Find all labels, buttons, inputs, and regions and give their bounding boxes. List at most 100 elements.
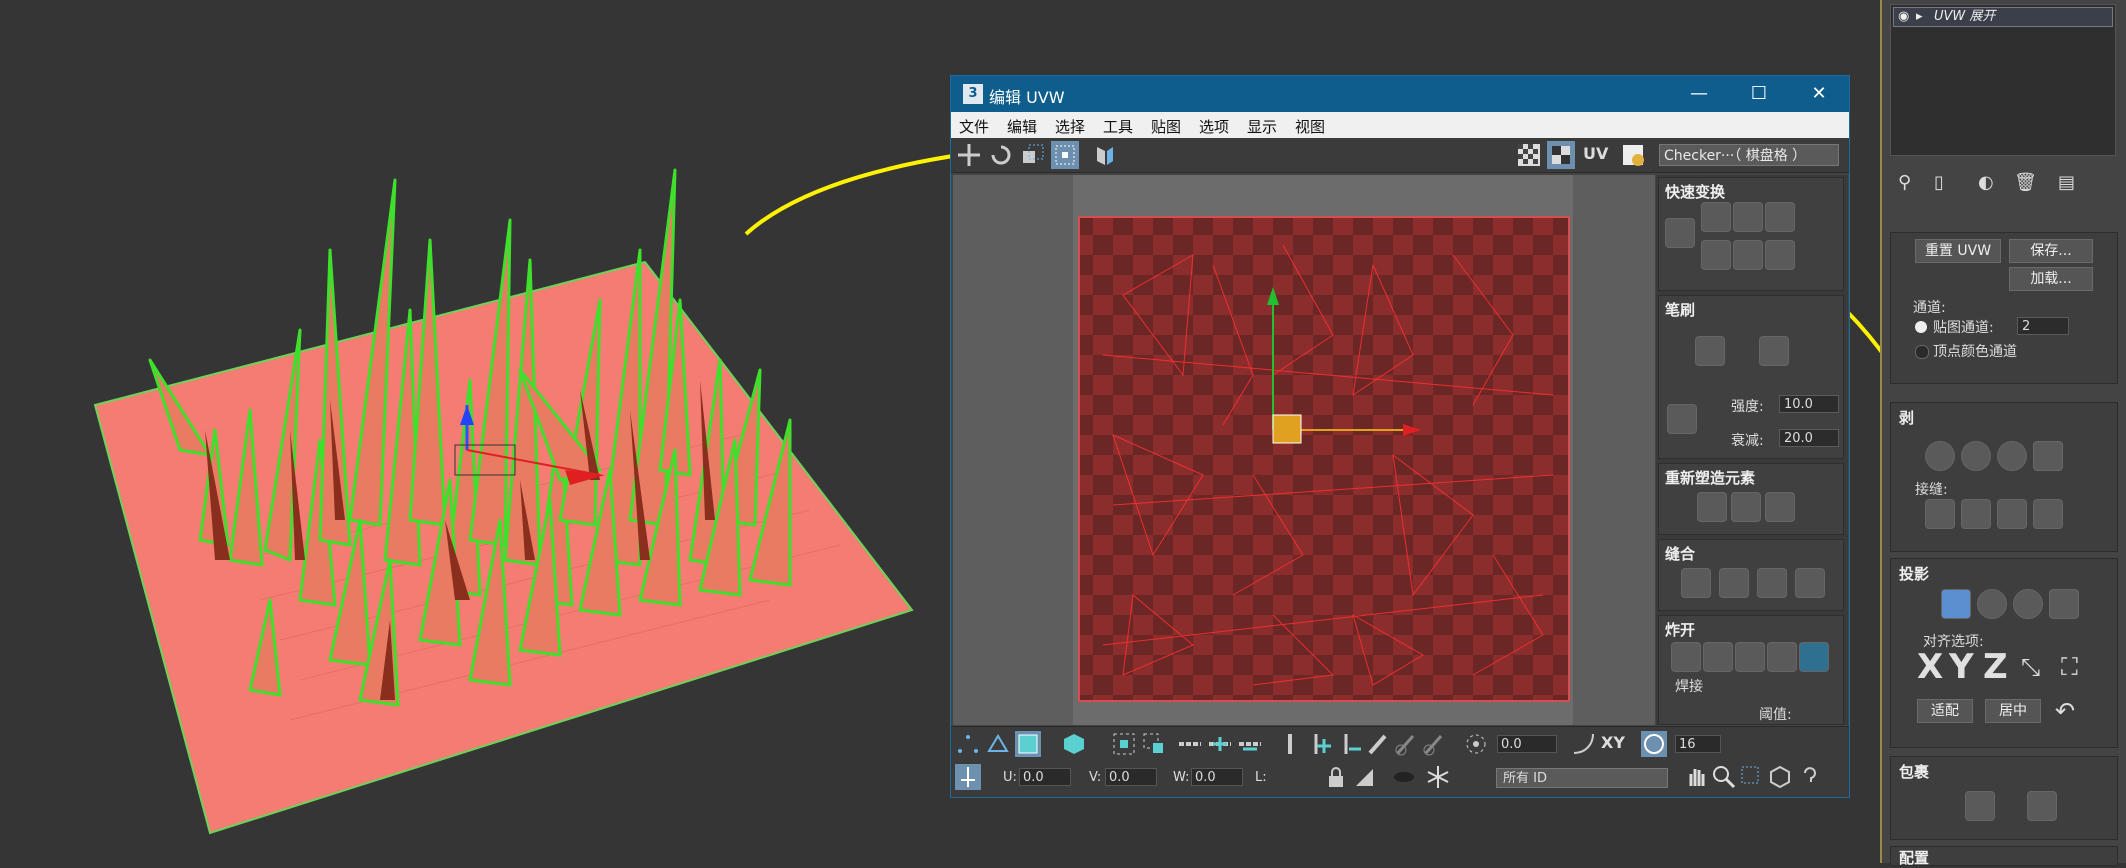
face-mode-icon[interactable] — [1015, 731, 1041, 757]
reshape-title[interactable]: 重新塑造元素 — [1665, 467, 1755, 488]
texture-select[interactable]: Checker···（ 棋盘格 ） — [1659, 144, 1839, 166]
zoom-region-icon[interactable] — [1739, 764, 1765, 790]
loop-shrink-icon[interactable] — [1337, 731, 1363, 757]
menu-file[interactable]: 文件 — [959, 116, 989, 137]
scale-icon[interactable] — [1019, 141, 1047, 169]
xy-space-label[interactable]: XY — [1601, 733, 1625, 752]
rollout-projection[interactable]: 投影 对齐选项: X Y Z ⤡ ⛶ 适配 居中 ↶ — [1890, 558, 2118, 748]
wrap-title[interactable]: 包裹 — [1899, 761, 1929, 782]
quick-peel-icon[interactable] — [1925, 441, 1955, 471]
falloff-spinner[interactable]: 20.0 — [1779, 429, 1839, 447]
break-by-smoothing-icon[interactable] — [1671, 642, 1701, 672]
modifier-stack-item[interactable]: ◉ ▸ UVW 展开 — [1893, 7, 2113, 27]
map-channel-spinner[interactable]: 2 — [2017, 317, 2069, 335]
rollout-brush[interactable]: 笔刷 强度: 10.0 衰减: 20.0 — [1658, 295, 1844, 459]
load-button[interactable]: 加载... — [2009, 267, 2093, 291]
edit-uvw-window[interactable]: 3 编辑 UVW — ☐ ✕ 文件 编辑 选择 工具 贴图 选项 显示 视图 U… — [950, 75, 1850, 798]
save-button[interactable]: 保存... — [2009, 239, 2093, 263]
strength-spinner[interactable]: 10.0 — [1779, 395, 1839, 413]
menu-options[interactable]: 选项 — [1199, 116, 1229, 137]
pin-icon[interactable]: ⚲ — [1898, 172, 1911, 193]
menu-display[interactable]: 显示 — [1247, 116, 1277, 137]
flatten-icon[interactable] — [1765, 492, 1795, 522]
align-to-normal-icon[interactable]: ⤡ — [2021, 653, 2040, 681]
settings-icon[interactable] — [1619, 141, 1647, 169]
cylindrical-map-icon[interactable] — [1977, 589, 2007, 619]
lock-icon[interactable] — [1323, 764, 1349, 790]
relax-icon[interactable] — [1731, 492, 1761, 522]
configure-icon[interactable]: ▤ — [2058, 172, 2075, 193]
align-horizontal-icon[interactable] — [1701, 202, 1731, 232]
rollout-peel[interactable]: 剥 接缝: — [1890, 402, 2118, 552]
falloff-distance-field[interactable]: 0.0 — [1497, 735, 1557, 753]
loop-icon[interactable] — [1277, 731, 1303, 757]
paint-select-icon[interactable] — [1365, 731, 1391, 757]
stitch-title[interactable]: 缝合 — [1665, 543, 1695, 564]
select-by-element-icon[interactable] — [1141, 731, 1167, 757]
stitch-to-target-icon[interactable] — [1795, 568, 1825, 598]
rotate-cw-icon[interactable] — [1765, 240, 1795, 270]
stitch-custom-icon[interactable] — [1681, 568, 1711, 598]
rollout-wrap[interactable]: 包裹 — [1890, 756, 2118, 840]
reset-icon[interactable]: ↶ — [2055, 697, 2075, 725]
planar-map-icon[interactable] — [1941, 589, 1971, 619]
quick-transform-title[interactable]: 快速变换 — [1665, 181, 1725, 202]
loop-grow-icon[interactable] — [1307, 731, 1333, 757]
rotate-icon[interactable] — [987, 141, 1015, 169]
eye-icon[interactable] — [1391, 764, 1417, 790]
ring-icon[interactable] — [1177, 731, 1203, 757]
rollout-quick-transform[interactable]: 快速变换 — [1658, 177, 1844, 291]
straighten-icon[interactable] — [1697, 492, 1727, 522]
uv-editor-canvas[interactable] — [953, 175, 1655, 725]
relax-brush-icon[interactable] — [1759, 336, 1789, 366]
center-button[interactable]: 居中 — [1985, 699, 2041, 723]
material-id-select[interactable]: 所有 ID — [1496, 768, 1668, 788]
unfold-strip-icon[interactable] — [2027, 791, 2057, 821]
move-icon[interactable] — [955, 141, 983, 169]
peel-mode-icon[interactable] — [1961, 441, 1991, 471]
projection-title[interactable]: 投影 — [1899, 563, 1929, 584]
map-channel-radio[interactable] — [1915, 321, 1927, 333]
seam-from-selection-icon[interactable] — [2033, 499, 2063, 529]
paint-grow-icon[interactable] — [1393, 731, 1419, 757]
menu-map[interactable]: 贴图 — [1151, 116, 1181, 137]
brush-title[interactable]: 笔刷 — [1665, 299, 1695, 320]
v-field[interactable]: 0.0 — [1105, 768, 1157, 786]
help-icon[interactable] — [1797, 764, 1823, 790]
pelt-map-icon[interactable] — [2033, 441, 2063, 471]
menu-tools[interactable]: 工具 — [1103, 116, 1133, 137]
stitch-to-source-icon[interactable] — [1719, 568, 1749, 598]
zoom-icon[interactable] — [1711, 764, 1737, 790]
rollout-config[interactable]: 配置 — [1890, 846, 2118, 868]
menu-edit[interactable]: 编辑 — [1007, 116, 1037, 137]
align-x-button[interactable]: X — [1917, 647, 1943, 687]
detach-icon[interactable] — [1799, 642, 1829, 672]
rollout-stitch[interactable]: 缝合 — [1658, 539, 1844, 611]
title-bar[interactable]: 3 编辑 UVW — ☐ ✕ — [951, 76, 1849, 112]
checker-icon[interactable] — [1547, 141, 1575, 169]
make-unique-icon[interactable]: ◐ — [1978, 172, 1994, 193]
expand-arrow-icon[interactable]: ▸ — [1916, 8, 1923, 26]
modifier-stack[interactable]: ◉ ▸ UVW 展开 — [1890, 4, 2116, 156]
space-vertical-icon[interactable] — [1733, 240, 1763, 270]
reset-peel-icon[interactable] — [1997, 441, 2027, 471]
freeze-icon[interactable] — [1425, 764, 1451, 790]
select-element-icon[interactable] — [1111, 731, 1137, 757]
rollout-reshape[interactable]: 重新塑造元素 — [1658, 463, 1844, 535]
shrink-icon[interactable] — [1237, 731, 1263, 757]
config-title[interactable]: 配置 — [1899, 847, 1929, 868]
snap-spinner[interactable]: 16 — [1675, 735, 1721, 753]
edge-mode-icon[interactable] — [985, 731, 1011, 757]
point-seam-icon[interactable] — [1961, 499, 1991, 529]
stitch-to-average-icon[interactable] — [1757, 568, 1787, 598]
box-map-icon[interactable] — [2049, 589, 2079, 619]
fit-button[interactable]: 适配 — [1917, 699, 1973, 723]
break-selected-icon[interactable] — [1767, 642, 1797, 672]
w-field[interactable]: 0.0 — [1191, 768, 1243, 786]
expand-seam-icon[interactable] — [1997, 499, 2027, 529]
u-field[interactable]: 0.0 — [1019, 768, 1071, 786]
remove-modifier-icon[interactable]: 🗑 — [2014, 172, 2037, 193]
align-pivot-icon[interactable] — [1665, 218, 1695, 248]
mirror-icon[interactable] — [1091, 141, 1119, 169]
align-vertical-icon[interactable] — [1733, 202, 1763, 232]
